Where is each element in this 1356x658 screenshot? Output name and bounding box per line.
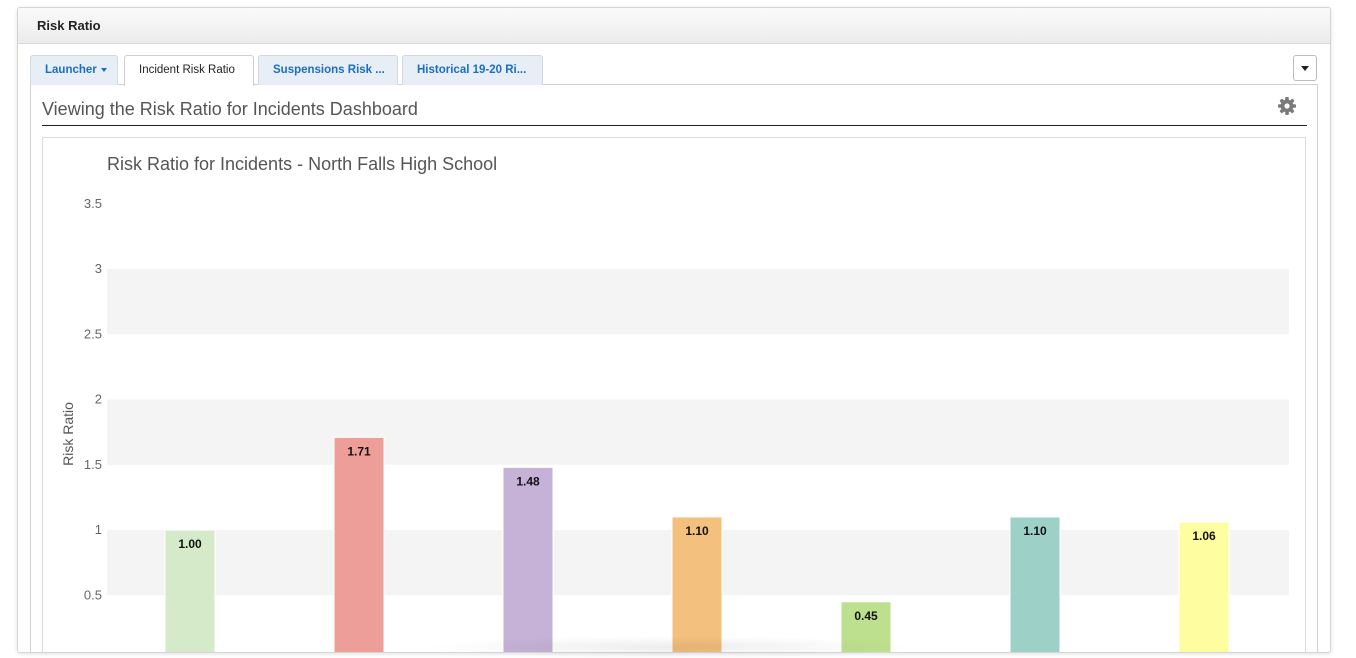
tab-suspensions-risk[interactable]: Suspensions Risk ... — [258, 55, 398, 85]
tab-suspensions-risk-label: Suspensions Risk ... — [273, 64, 385, 76]
tab-launcher[interactable]: Launcher — [30, 55, 118, 85]
y-tick-label: 3 — [95, 261, 102, 276]
bar[interactable] — [502, 466, 554, 653]
caret-down-icon — [1301, 66, 1309, 71]
risk-ratio-chart: Risk Ratio for Incidents - North Falls H… — [60, 154, 1289, 653]
tab-incident-risk-ratio-label: Incident Risk Ratio — [139, 64, 235, 76]
bar[interactable] — [333, 436, 385, 653]
tab-historical-19-20[interactable]: Historical 19-20 Ri... — [402, 55, 543, 85]
dashboard-title-rule — [42, 125, 1307, 126]
chart-container: Risk Ratio for Incidents - North Falls H… — [42, 137, 1306, 653]
bar-value-label: 0.45 — [854, 609, 878, 623]
caret-down-icon — [100, 67, 107, 72]
tab-launcher-label: Launcher — [45, 64, 97, 76]
panel-title: Risk Ratio — [37, 18, 101, 33]
tab-incident-risk-ratio[interactable]: Incident Risk Ratio — [124, 55, 254, 86]
bottom-shadow — [420, 636, 920, 658]
grid-band — [107, 269, 1289, 335]
y-axis-label: Risk Ratio — [60, 402, 76, 466]
bar-value-label: 1.06 — [1192, 529, 1216, 543]
bar-value-label: 1.10 — [685, 524, 709, 538]
bar-value-label: 1.00 — [178, 537, 202, 551]
y-tick-label: 2.5 — [84, 326, 102, 341]
bar-value-label: 1.71 — [347, 444, 371, 458]
y-tick-label: 0.5 — [84, 587, 102, 602]
chart-title: Risk Ratio for Incidents - North Falls H… — [107, 154, 497, 174]
bar-value-label: 1.48 — [516, 474, 540, 488]
risk-ratio-panel: Risk Ratio Launcher Incident Risk Ratio … — [17, 7, 1331, 653]
gear-icon[interactable] — [1277, 96, 1297, 116]
tabs-dropdown-button[interactable] — [1293, 55, 1317, 81]
bar-value-label: 1.10 — [1023, 524, 1047, 538]
y-tick-label: 3.5 — [84, 196, 102, 211]
grid-band — [107, 399, 1289, 465]
panel-header: Risk Ratio — [18, 8, 1330, 44]
y-tick-label: 2 — [95, 392, 102, 407]
y-tick-label: 1 — [95, 522, 102, 537]
y-tick-label: 1.5 — [84, 457, 102, 472]
tab-historical-19-20-label: Historical 19-20 Ri... — [417, 64, 527, 76]
dashboard-title: Viewing the Risk Ratio for Incidents Das… — [42, 99, 418, 119]
